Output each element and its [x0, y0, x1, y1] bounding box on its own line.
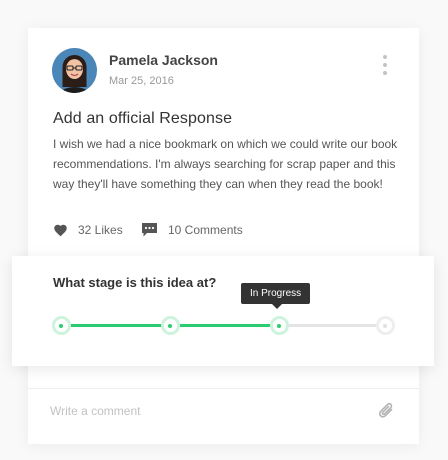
idea-card: Pamela Jackson Mar 25, 2016 Add an offic…: [28, 28, 419, 444]
comments-count[interactable]: 10 Comments: [168, 223, 243, 237]
idea-stage-panel: What stage is this idea at? In Progress: [12, 256, 434, 366]
stage-step-1[interactable]: [51, 316, 71, 335]
comment-bubble-icon[interactable]: [141, 222, 158, 238]
post-date: Mar 25, 2016: [109, 75, 174, 87]
comment-divider: [28, 388, 419, 389]
avatar-photo: [52, 48, 97, 93]
stage-step-2[interactable]: [160, 316, 180, 335]
likes-count[interactable]: 32 Likes: [78, 223, 123, 237]
post-title: Add an official Response: [53, 110, 233, 127]
stage-step-3[interactable]: [269, 316, 289, 335]
author-name[interactable]: Pamela Jackson: [109, 52, 218, 68]
stage-progress-remaining: [279, 324, 385, 327]
app-canvas: Pamela Jackson Mar 25, 2016 Add an offic…: [0, 0, 448, 460]
stage-step-4[interactable]: [375, 316, 395, 335]
more-vertical-icon-dot: [383, 71, 387, 75]
more-vertical-icon-dot: [383, 63, 387, 67]
avatar[interactable]: [52, 48, 97, 93]
more-options-button[interactable]: [378, 55, 392, 83]
stage-question: What stage is this idea at?: [53, 275, 217, 290]
comment-input[interactable]: [50, 400, 350, 422]
heart-icon[interactable]: [53, 223, 68, 237]
stage-tooltip: In Progress: [241, 283, 311, 309]
paperclip-icon[interactable]: [378, 401, 396, 421]
more-vertical-icon-dot: [383, 55, 387, 59]
post-body: I wish we had a nice bookmark on which w…: [53, 137, 398, 191]
